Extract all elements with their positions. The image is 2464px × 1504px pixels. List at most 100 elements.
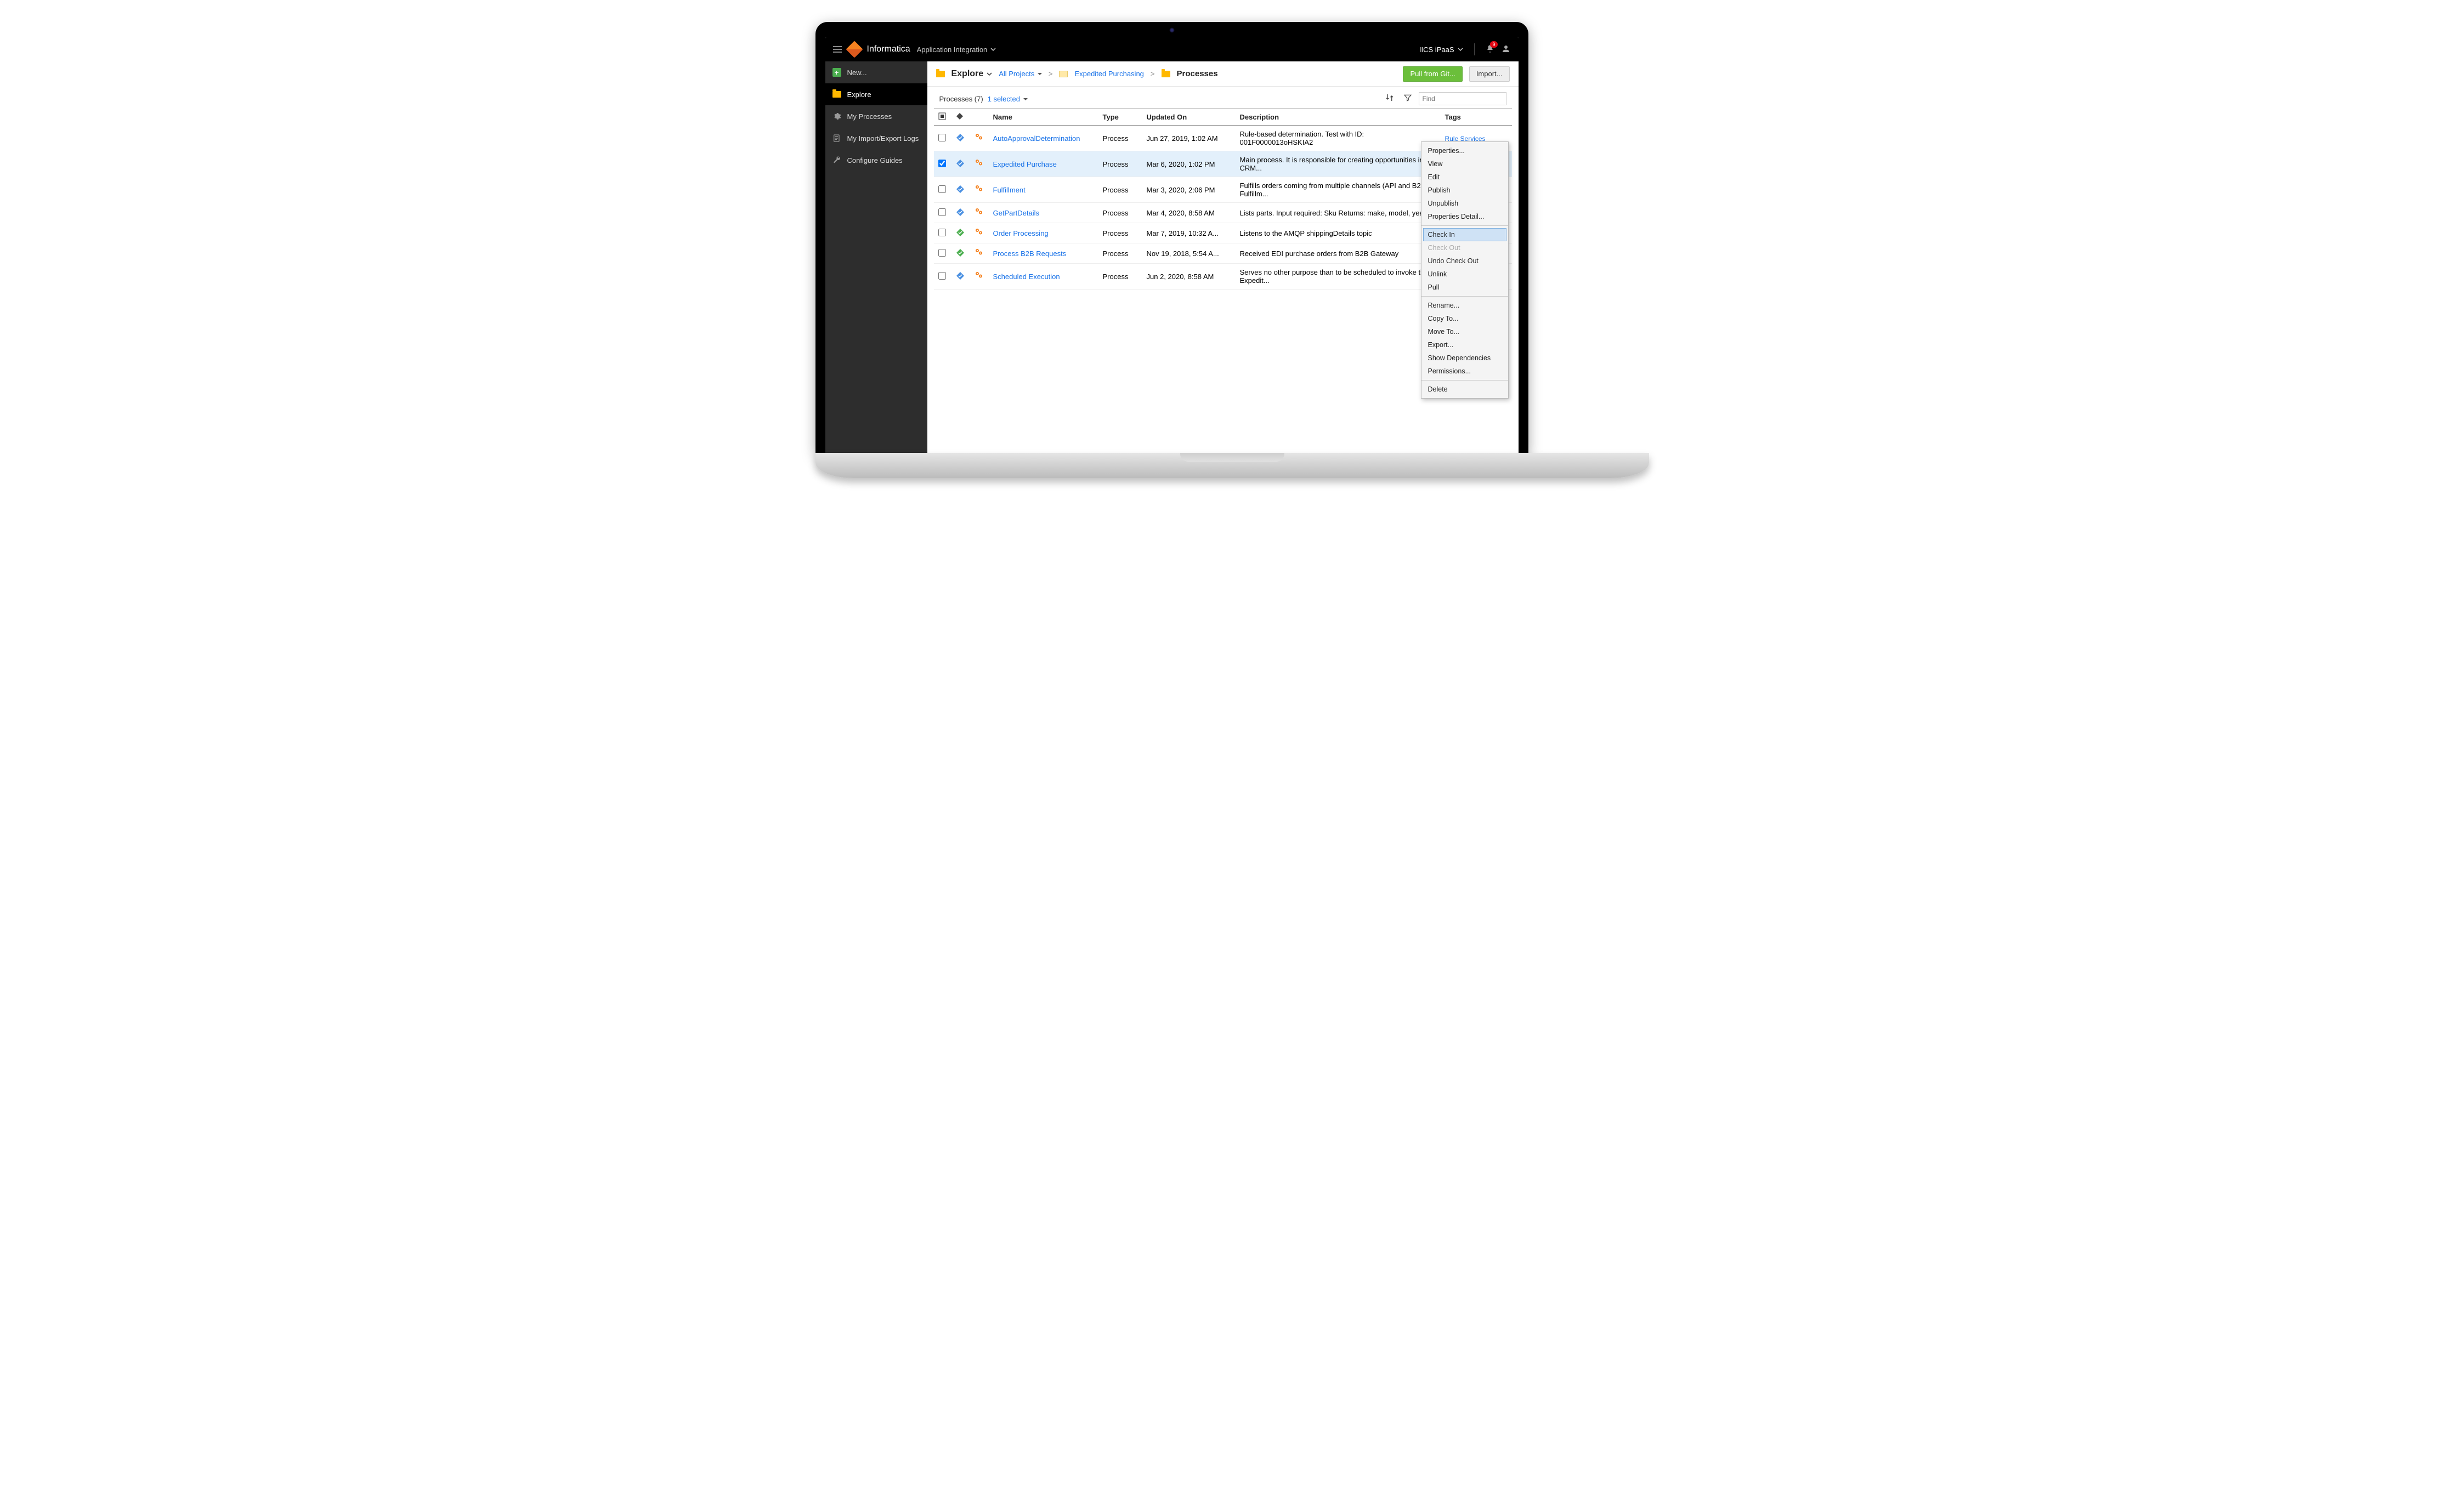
sort-button[interactable]	[1385, 93, 1395, 105]
row-name-link[interactable]: Process B2B Requests	[993, 249, 1067, 258]
context-menu-item[interactable]: Properties...	[1421, 144, 1508, 157]
context-menu-item[interactable]: Edit	[1421, 171, 1508, 184]
status-icon	[956, 187, 965, 195]
user-menu[interactable]	[1501, 44, 1511, 55]
row-type: Process	[1098, 126, 1142, 151]
row-name-link[interactable]: Order Processing	[993, 229, 1049, 237]
context-menu-item[interactable]: Pull	[1421, 281, 1508, 294]
process-icon	[973, 133, 984, 141]
context-menu-item[interactable]: Unlink	[1421, 268, 1508, 281]
context-menu-item[interactable]: Move To...	[1421, 325, 1508, 338]
context-menu-item[interactable]: Unpublish	[1421, 197, 1508, 210]
row-name-link[interactable]: GetPartDetails	[993, 209, 1040, 217]
row-checkbox[interactable]	[938, 249, 946, 257]
checkbox-header-icon	[938, 112, 946, 120]
wrench-icon	[832, 155, 842, 165]
row-updated: Mar 4, 2020, 8:58 AM	[1142, 203, 1236, 223]
row-description: Fulfills orders coming from multiple cha…	[1236, 177, 1441, 203]
list-header: Processes (7) 1 selected	[927, 87, 1519, 109]
org-switcher[interactable]: IICS iPaaS	[1419, 46, 1463, 54]
sidebar-item-my-processes[interactable]: My Processes	[825, 105, 927, 127]
col-name[interactable]: Name	[989, 109, 1098, 126]
row-updated: Jun 2, 2020, 8:58 AM	[1142, 264, 1236, 290]
chevron-down-icon	[1458, 47, 1463, 52]
context-menu-item[interactable]: Export...	[1421, 338, 1508, 351]
breadcrumb-project[interactable]: Expedited Purchasing	[1074, 70, 1143, 78]
context-menu-item[interactable]: View	[1421, 157, 1508, 171]
col-description[interactable]: Description	[1236, 109, 1441, 126]
row-checkbox[interactable]	[938, 208, 946, 216]
row-updated: Jun 27, 2019, 1:02 AM	[1142, 126, 1236, 151]
org-label: IICS iPaaS	[1419, 46, 1454, 54]
process-icon	[973, 158, 984, 167]
col-tags[interactable]: Tags	[1441, 109, 1512, 126]
project-folder-icon	[1059, 71, 1068, 77]
row-name-link[interactable]: AutoApprovalDetermination	[993, 134, 1080, 143]
sidebar-item-explore[interactable]: Explore	[825, 83, 927, 105]
col-status[interactable]	[951, 109, 969, 126]
context-menu-item: Check Out	[1421, 241, 1508, 254]
col-updated[interactable]: Updated On	[1142, 109, 1236, 126]
sort-icon	[1385, 93, 1395, 103]
selected-count[interactable]: 1 selected	[988, 95, 1028, 103]
sidebar-item-import-export-logs[interactable]: My Import/Export Logs	[825, 127, 927, 149]
find-input[interactable]	[1419, 92, 1506, 105]
row-type: Process	[1098, 264, 1142, 290]
col-type[interactable]: Type	[1098, 109, 1142, 126]
hamburger-icon[interactable]	[833, 46, 842, 53]
row-description: Listens to the AMQP shippingDetails topi…	[1236, 223, 1441, 243]
row-name-link[interactable]: Fulfillment	[993, 186, 1026, 194]
laptop-base	[815, 453, 1649, 478]
row-checkbox[interactable]	[938, 134, 946, 141]
product-switcher[interactable]: Application Integration	[917, 46, 996, 54]
row-type: Process	[1098, 177, 1142, 203]
context-menu: Properties...ViewEditPublishUnpublishPro…	[1421, 141, 1509, 399]
import-button[interactable]: Import...	[1469, 66, 1510, 82]
sidebar-item-label: My Import/Export Logs	[847, 134, 919, 143]
explore-dropdown[interactable]: Explore	[951, 69, 993, 79]
breadcrumb-separator: >	[1049, 70, 1053, 78]
laptop-frame: Informatica Application Integration IICS…	[815, 22, 1528, 454]
sidebar-item-label: My Processes	[847, 112, 892, 121]
sidebar-item-configure-guides[interactable]: Configure Guides	[825, 149, 927, 171]
status-header-icon	[956, 112, 964, 120]
chevron-down-icon	[987, 71, 992, 77]
chevron-down-icon	[990, 47, 996, 52]
sidebar-item-new[interactable]: + New...	[825, 61, 927, 83]
context-menu-item[interactable]: Rename...	[1421, 299, 1508, 312]
row-checkbox[interactable]	[938, 229, 946, 236]
context-menu-item[interactable]: Check In	[1423, 228, 1506, 241]
pull-from-git-button[interactable]: Pull from Git...	[1403, 66, 1462, 82]
context-menu-item[interactable]: Properties Detail...	[1421, 210, 1508, 223]
row-checkbox[interactable]	[938, 160, 946, 167]
context-menu-item[interactable]: Delete	[1421, 383, 1508, 396]
sidebar-item-label: Explore	[847, 90, 871, 99]
row-description: Rule-based determination. Test with ID: …	[1236, 126, 1441, 151]
row-description: Main process. It is responsible for crea…	[1236, 151, 1441, 177]
caret-down-icon	[1038, 73, 1042, 77]
row-type: Process	[1098, 223, 1142, 243]
row-checkbox[interactable]	[938, 185, 946, 193]
app-screen: Informatica Application Integration IICS…	[825, 37, 1519, 454]
context-menu-item[interactable]: Publish	[1421, 184, 1508, 197]
breadcrumb-all-projects[interactable]: All Projects	[999, 70, 1042, 78]
context-menu-item[interactable]: Undo Check Out	[1421, 254, 1508, 268]
notifications-bell[interactable]: 9	[1486, 44, 1494, 55]
col-checkbox[interactable]	[934, 109, 951, 126]
status-icon	[956, 251, 965, 259]
context-menu-item[interactable]: Show Dependencies	[1421, 351, 1508, 365]
filter-icon	[1403, 93, 1412, 102]
process-icon	[973, 207, 984, 216]
row-checkbox[interactable]	[938, 272, 946, 280]
context-menu-item[interactable]: Copy To...	[1421, 312, 1508, 325]
row-description: Lists parts. Input required: Sku Returns…	[1236, 203, 1441, 223]
row-updated: Nov 19, 2018, 5:54 A...	[1142, 243, 1236, 264]
status-icon	[956, 274, 965, 282]
context-menu-item[interactable]: Permissions...	[1421, 365, 1508, 378]
filter-button[interactable]	[1403, 93, 1412, 105]
process-icon	[973, 228, 984, 236]
row-type: Process	[1098, 203, 1142, 223]
row-name-link[interactable]: Scheduled Execution	[993, 273, 1060, 281]
status-icon	[956, 230, 965, 239]
row-name-link[interactable]: Expedited Purchase	[993, 160, 1057, 168]
